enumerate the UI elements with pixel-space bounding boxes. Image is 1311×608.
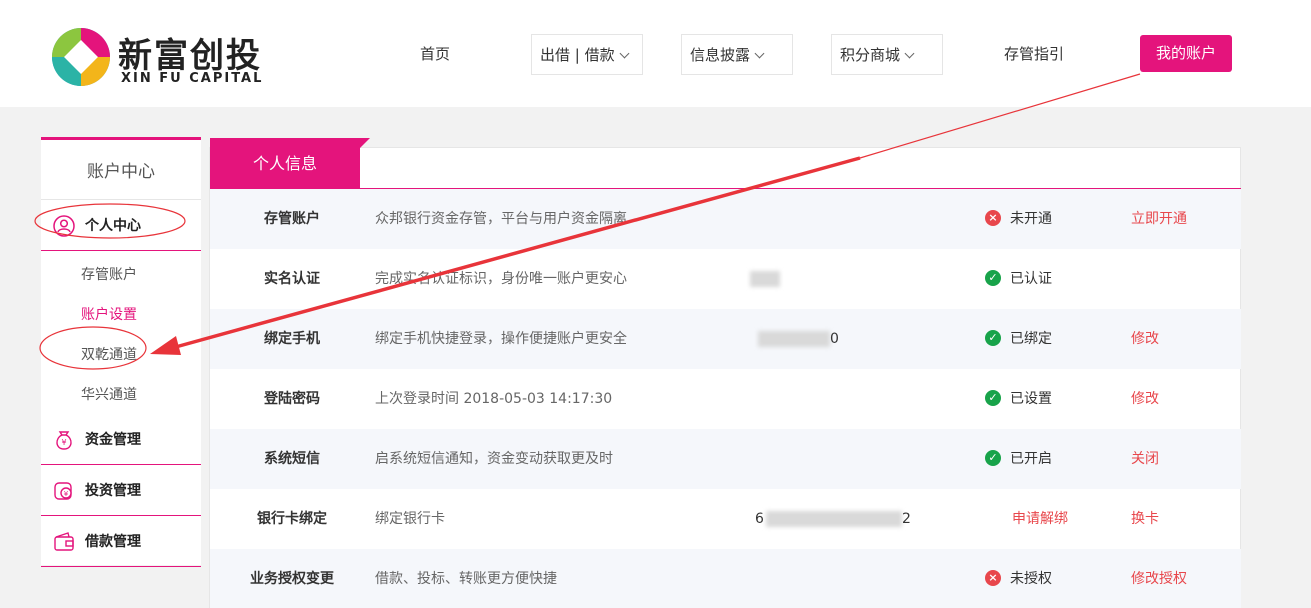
info-row-custody-account: 存管账户 众邦银行资金存管，平台与用户资金隔离 × 未开通 立即开通 (210, 189, 1241, 249)
nav-disclosure[interactable]: 信息披露 (681, 34, 793, 75)
check-icon: ✓ (985, 330, 1001, 346)
nav-disclosure-label: 信息披露 (690, 46, 751, 64)
open-account-link[interactable]: 立即开通 (1131, 189, 1187, 249)
row-label: 绑定手机 (264, 331, 320, 347)
nav-points-mall-label: 积分商城 (840, 46, 901, 64)
site-header: 新富创投 XIN FU CAPITAL 首页 出借 | 借款 信息披露 积分商城… (0, 0, 1311, 107)
sidebar-item-label: 投资管理 (85, 483, 141, 499)
row-label: 银行卡绑定 (257, 511, 327, 527)
status-text: 已认证 (1010, 271, 1052, 287)
row-description: 绑定手机快捷登录，操作便捷账户更安全 (375, 331, 627, 347)
modify-auth-link[interactable]: 修改授权 (1131, 549, 1187, 608)
money-bag-icon: ¥ (56, 431, 72, 450)
phone-value-tail: 0 (830, 331, 839, 347)
chevron-down-icon (754, 48, 765, 59)
check-icon: ✓ (985, 270, 1001, 286)
change-card-link[interactable]: 换卡 (1131, 489, 1159, 549)
brand-subtitle: XIN FU CAPITAL (121, 71, 264, 86)
info-row-system-sms: 系统短信 启系统短信通知，资金变动获取更及时 ✓ 已开启 关闭 (210, 429, 1241, 489)
sidebar-item-label: 借款管理 (85, 534, 141, 550)
row-description: 借款、投标、转账更方便快捷 (375, 571, 557, 587)
row-label: 业务授权变更 (250, 571, 334, 587)
status-text: 未开通 (1010, 211, 1052, 227)
account-sidebar: 账户中心 个人中心 存管账户 账户设置 双乾通道 华兴通道 ¥ 资金管理 ¥ 投… (41, 137, 201, 567)
row-status: × 未授权 (985, 549, 1052, 608)
nav-home[interactable]: 首页 (420, 34, 450, 75)
nav-points-mall[interactable]: 积分商城 (831, 34, 943, 75)
row-status: ✓ 已绑定 (985, 309, 1052, 369)
row-description: 绑定银行卡 (375, 511, 445, 527)
sidebar-item-investment-management[interactable]: ¥ 投资管理 (41, 466, 201, 516)
row-label: 存管账户 (264, 211, 320, 227)
status-text: 已绑定 (1010, 331, 1052, 347)
row-label: 登陆密码 (264, 391, 320, 407)
card-value-head: 6 (755, 511, 764, 527)
check-icon: ✓ (985, 450, 1001, 466)
row-label: 系统短信 (264, 451, 320, 467)
sidebar-sub-huaxing-channel[interactable]: 华兴通道 (81, 385, 137, 405)
row-status: × 未开通 (985, 189, 1052, 249)
user-icon (53, 215, 75, 237)
redacted-value (766, 511, 902, 527)
nav-lend-borrow[interactable]: 出借 | 借款 (531, 34, 643, 75)
status-text: 已设置 (1010, 391, 1052, 407)
sidebar-item-loan-management[interactable]: 借款管理 (41, 517, 201, 567)
modify-phone-link[interactable]: 修改 (1131, 309, 1159, 369)
svg-text:¥: ¥ (64, 490, 69, 498)
redacted-value (758, 331, 830, 347)
info-row-real-name: 实名认证 完成实名认证标识，身份唯一账户更安心 ✓ 已认证 (210, 249, 1241, 309)
info-row-bank-card: 银行卡绑定 绑定银行卡 6 2 申请解绑 换卡 (210, 489, 1241, 549)
row-status: ✓ 已设置 (985, 369, 1052, 429)
apply-unbind-link[interactable]: 申请解绑 (1012, 489, 1068, 549)
personal-info-panel: 个人信息 存管账户 众邦银行资金存管，平台与用户资金隔离 × 未开通 立即开通 实… (209, 138, 1241, 608)
my-account-button[interactable]: 我的账户 (1140, 35, 1232, 72)
sidebar-item-fund-management[interactable]: ¥ 资金管理 (41, 415, 201, 465)
svg-text:¥: ¥ (61, 438, 66, 447)
sidebar-sub-account-settings[interactable]: 账户设置 (81, 305, 137, 325)
sidebar-sub-custody-account[interactable]: 存管账户 (81, 265, 137, 285)
sidebar-sub-shuangqian-channel[interactable]: 双乾通道 (81, 345, 137, 365)
nav-lend-borrow-label: 出借 | 借款 (540, 46, 615, 64)
sidebar-title: 账户中心 (41, 140, 201, 200)
nav-custody-guide[interactable]: 存管指引 (1004, 34, 1064, 75)
row-description: 启系统短信通知，资金变动获取更及时 (375, 451, 613, 467)
row-status: ✓ 已认证 (985, 249, 1052, 309)
sidebar-item-label: 资金管理 (85, 432, 141, 448)
info-row-business-auth: 业务授权变更 借款、投标、转账更方便快捷 × 未授权 修改授权 (210, 549, 1241, 608)
error-icon: × (985, 570, 1001, 586)
chevron-down-icon (619, 48, 630, 59)
close-sms-link[interactable]: 关闭 (1131, 429, 1159, 489)
error-icon: × (985, 210, 1001, 226)
check-icon: ✓ (985, 390, 1001, 406)
sidebar-item-personal-center[interactable]: 个人中心 (41, 201, 201, 251)
row-description: 众邦银行资金存管，平台与用户资金隔离 (375, 211, 627, 227)
chevron-down-icon (904, 48, 915, 59)
status-text: 已开启 (1010, 451, 1052, 467)
tab-personal-info[interactable]: 个人信息 (210, 138, 360, 189)
brand-logo[interactable]: 新富创投 XIN FU CAPITAL (50, 24, 270, 90)
logo-mark-icon (52, 28, 110, 86)
brand-name: 新富创投 (118, 36, 262, 76)
status-text: 未授权 (1010, 571, 1052, 587)
row-description: 上次登录时间 2018-05-03 14:17:30 (375, 391, 613, 407)
redacted-value (750, 271, 780, 287)
wallet-icon (54, 532, 74, 551)
tab-notch (360, 138, 370, 148)
row-description: 完成实名认证标识，身份唯一账户更安心 (375, 271, 627, 287)
modify-password-link[interactable]: 修改 (1131, 369, 1159, 429)
card-value-tail: 2 (902, 511, 911, 527)
info-row-login-password: 登陆密码 上次登录时间 2018-05-03 14:17:30 ✓ 已设置 修改 (210, 369, 1241, 429)
info-row-bind-phone: 绑定手机 绑定手机快捷登录，操作便捷账户更安全 0 ✓ 已绑定 修改 (210, 309, 1241, 369)
row-label: 实名认证 (264, 271, 320, 287)
investment-icon: ¥ (54, 482, 72, 500)
row-status: ✓ 已开启 (985, 429, 1052, 489)
sidebar-item-label: 个人中心 (85, 218, 141, 234)
